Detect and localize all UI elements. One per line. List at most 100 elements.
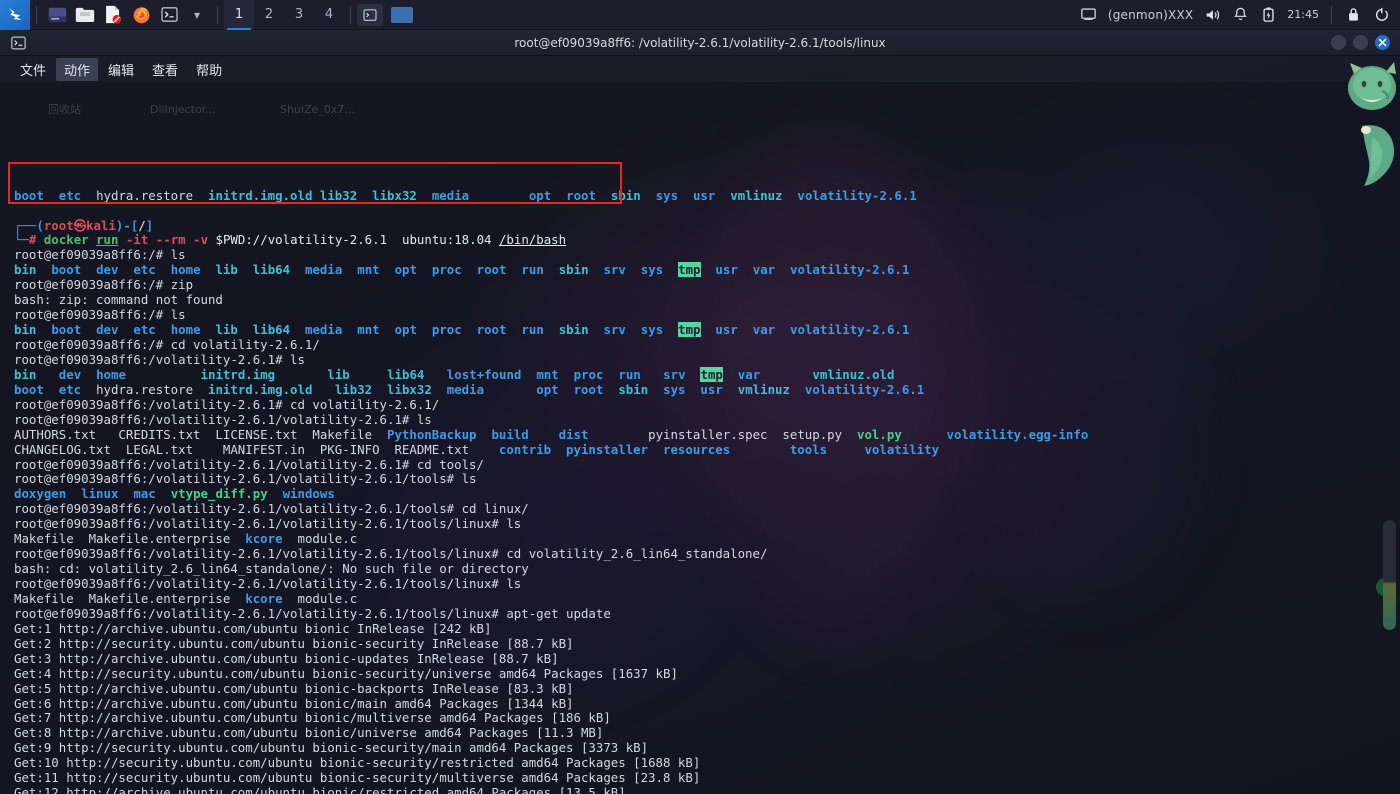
terminal-line: boot etc hydra.restore initrd.img.old li… xyxy=(14,187,1400,204)
terminal-text-segment: opt xyxy=(394,262,417,278)
document-forbidden-icon xyxy=(106,5,122,24)
terminal-output-area[interactable]: 回收站 DllInjector... ShuiZe_0x7... boot et… xyxy=(0,82,1400,794)
menu-edit[interactable]: 编辑 xyxy=(100,58,142,81)
terminal-text-segment: sys xyxy=(640,262,664,278)
volume-icon[interactable] xyxy=(1203,6,1221,24)
menu-view[interactable]: 查看 xyxy=(144,58,186,81)
window-titlebar[interactable]: root@ef09039a8ff6: /volatility-2.6.1/vol… xyxy=(0,30,1400,56)
terminal-text-segment: kali xyxy=(86,217,116,233)
terminal-text-segment: srv xyxy=(603,322,626,338)
terminal-emulator-launcher[interactable] xyxy=(43,0,71,30)
terminal-line: CHANGELOG.txt LEGAL.txt MANIFEST.in PKG-… xyxy=(14,441,1400,458)
taskbar-active-window-item[interactable] xyxy=(391,6,413,23)
launcher-dropdown-caret[interactable]: ▾ xyxy=(183,0,211,30)
workspace-button-3[interactable]: 3 xyxy=(284,0,314,30)
terminal-text-segment: etc xyxy=(133,322,156,338)
text-editor-launcher[interactable] xyxy=(99,0,127,30)
terminal-text-segment: srv xyxy=(663,366,686,382)
terminal-text-segment: usr xyxy=(700,381,723,397)
clock-label[interactable]: 21:45 xyxy=(1287,8,1319,21)
close-button[interactable] xyxy=(1375,35,1390,50)
workspace-button-4[interactable]: 4 xyxy=(314,0,344,30)
terminal-text-segment: bin xyxy=(14,366,37,382)
terminal-text-segment: opt xyxy=(528,187,552,203)
terminal-text-segment: proc xyxy=(431,322,462,338)
terminal-line: root@ef09039a8ff6:/# ls xyxy=(14,307,1400,323)
terminal-text-segment: dist xyxy=(558,426,589,442)
terminal-text-segment: Get:1 http://archive.ubuntu.com/ubuntu b… xyxy=(14,620,492,636)
terminal-line: Makefile Makefile.enterprise kcore modul… xyxy=(14,591,1400,607)
terminal-text-segment: root@ef09039a8ff6:/volatility-2.6.1/vola… xyxy=(14,605,611,621)
terminal-text-segment: bash: zip: command not found xyxy=(14,292,223,308)
terminal-dropdown-launcher[interactable] xyxy=(155,0,183,30)
terminal-text-segment: pyinstaller xyxy=(566,441,649,457)
window-title: root@ef09039a8ff6: /volatility-2.6.1/vol… xyxy=(514,35,886,50)
workspace-button-2[interactable]: 2 xyxy=(254,0,284,30)
taskbar-window-button[interactable] xyxy=(357,3,383,26)
terminal-text-segment: proc xyxy=(573,366,604,382)
terminal-line: Get:10 http://security.ubuntu.com/ubuntu… xyxy=(14,755,1400,771)
menu-file[interactable]: 文件 xyxy=(12,58,54,81)
terminal-window: root@ef09039a8ff6: /volatility-2.6.1/vol… xyxy=(0,30,1400,794)
ghost-icon-label-shuize: ShuiZe_0x7... xyxy=(280,103,355,116)
firefox-launcher[interactable] xyxy=(127,0,155,30)
terminal-text-segment: bin xyxy=(14,322,37,338)
terminal-text-segment: vmlinuz.old xyxy=(812,366,895,382)
terminal-text-segment: boot xyxy=(51,322,82,338)
battery-icon[interactable] xyxy=(1259,6,1277,24)
terminal-text-segment: proc xyxy=(431,262,462,278)
terminal-text-segment: media xyxy=(431,187,470,203)
terminal-text-segment: lib xyxy=(215,322,238,338)
terminal-text-segment: docker xyxy=(36,232,97,248)
terminal-text-segment: run xyxy=(521,322,544,338)
terminal-text-segment: sys xyxy=(640,322,664,338)
menu-actions[interactable]: 动作 xyxy=(56,57,99,81)
terminal-text-segment: initrd.img xyxy=(200,366,276,382)
file-manager-launcher[interactable] xyxy=(71,0,99,30)
logout-icon[interactable] xyxy=(1372,6,1390,24)
terminal-line: doxygen linux mac vtype_diff.py windows xyxy=(14,486,1400,502)
menu-help[interactable]: 帮助 xyxy=(188,58,230,81)
terminal-line: bin boot dev etc home lib lib64 media mn… xyxy=(14,262,1400,278)
workspace-button-1[interactable]: 1 xyxy=(224,0,254,30)
terminal-line: Get:11 http://security.ubuntu.com/ubuntu… xyxy=(14,770,1400,786)
bell-icon[interactable] xyxy=(1231,6,1249,24)
terminal-text-lines: boot etc hydra.restore initrd.img.old li… xyxy=(14,187,1400,794)
terminal-text-segment: root xyxy=(476,322,507,338)
kali-menu-button[interactable] xyxy=(0,0,30,30)
desktop-dragon-body xyxy=(1361,125,1394,186)
terminal-text-segment: Get:5 http://archive.ubuntu.com/ubuntu b… xyxy=(14,680,574,696)
terminal-line: root@ef09039a8ff6:/volatility-2.6.1/vola… xyxy=(14,472,1400,487)
terminal-line: └─# docker run -it --rm -v $PWD://volati… xyxy=(14,233,1400,248)
minimize-button[interactable] xyxy=(1331,35,1346,50)
terminal-icon xyxy=(160,7,178,22)
terminal-text-segment: Makefile Makefile.enterprise xyxy=(14,531,246,547)
workspace-label: 1 xyxy=(234,7,244,22)
lock-icon[interactable] xyxy=(1344,6,1362,24)
terminal-text-segment: volatility-2.6.1 xyxy=(804,381,925,397)
terminal-line: Get:5 http://archive.ubuntu.com/ubuntu b… xyxy=(14,680,1400,697)
terminal-text-segment: run xyxy=(618,366,641,382)
maximize-button[interactable] xyxy=(1353,35,1368,50)
menu-bar: 文件 动作 编辑 查看 帮助 xyxy=(0,56,1400,82)
terminal-text-segment: ] xyxy=(145,217,154,233)
display-icon[interactable] xyxy=(1080,6,1098,24)
terminal-line: Get:4 http://security.ubuntu.com/ubuntu … xyxy=(14,666,1400,682)
